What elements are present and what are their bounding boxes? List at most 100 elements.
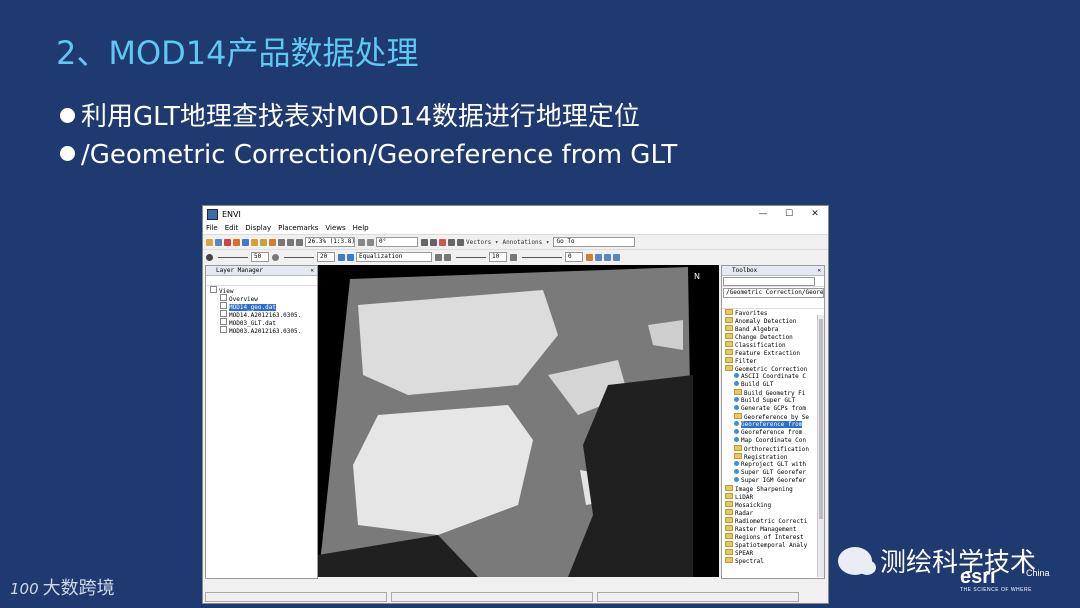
save-icon[interactable]	[215, 238, 222, 246]
stretch-type-icon[interactable]	[347, 253, 354, 261]
layer-checkbox[interactable]	[220, 318, 227, 325]
toolbox-item[interactable]: Orthorectification	[722, 445, 824, 453]
layer-checkbox[interactable]	[220, 326, 227, 333]
toolbox-item[interactable]: Mosaicking	[722, 501, 824, 509]
close-panel-icon[interactable]: ✕	[310, 266, 314, 275]
menu-placemarks[interactable]: Placemarks	[278, 224, 318, 232]
toolbox-search-field[interactable]: /Geometric Correction/Georeference	[723, 288, 824, 298]
pin-icon[interactable]	[233, 238, 240, 246]
menu-help[interactable]: Help	[353, 224, 369, 232]
toolbox-item[interactable]: Regions of Interest	[722, 533, 824, 541]
toolbox-item[interactable]: Change Detection	[722, 333, 824, 341]
crosshair-icon[interactable]	[421, 238, 428, 246]
toolbox-search-blank[interactable]	[723, 277, 815, 286]
zoom-in-icon[interactable]	[278, 238, 285, 246]
menu-edit[interactable]: Edit	[225, 224, 239, 232]
toolbox-item[interactable]: Radiometric Correcti	[722, 517, 824, 525]
brightness-field[interactable]: 50	[251, 252, 269, 262]
toolbox-item[interactable]: Generate GCPs from	[722, 405, 824, 413]
goto-field[interactable]: Go To	[553, 237, 636, 247]
stretch-select[interactable]: Equalization	[356, 252, 432, 262]
vector-tool-icon[interactable]	[448, 238, 455, 246]
select-icon[interactable]	[242, 238, 249, 246]
annotations-menu[interactable]: Annotations ▾	[503, 239, 550, 246]
rotate-icon[interactable]	[260, 238, 267, 246]
fly-icon[interactable]	[269, 238, 276, 246]
close-toolbox-icon[interactable]: ✕	[817, 266, 821, 275]
layer-item[interactable]: MOD03.A2012163.0305.	[206, 326, 317, 335]
toolbox-item[interactable]: Spatiotemporal Analy	[722, 541, 824, 549]
menu-file[interactable]: File	[206, 224, 218, 232]
scrollbar-thumb[interactable]	[819, 319, 823, 519]
toolbox-item[interactable]: Radar	[722, 509, 824, 517]
link-views-icon[interactable]	[613, 253, 620, 261]
brightness-slider[interactable]	[218, 256, 248, 258]
toolbox-item[interactable]: Spectral	[722, 557, 824, 565]
layer-checkbox[interactable]	[210, 286, 217, 293]
toolbox-item[interactable]: Feature Extraction	[722, 349, 824, 357]
measure-icon[interactable]	[439, 238, 446, 246]
toolbox-item[interactable]: Band Algebra	[722, 325, 824, 333]
open-icon[interactable]	[206, 238, 213, 246]
refresh-icon[interactable]	[435, 253, 442, 261]
toolbox-item[interactable]: LiDAR	[722, 493, 824, 501]
transparency-slider[interactable]	[522, 256, 562, 258]
toolbox-item[interactable]: Map Coordinate Con	[722, 437, 824, 445]
zoom-out-icon[interactable]	[287, 238, 294, 246]
toolbox-item[interactable]: Geometric Correction	[722, 365, 824, 373]
view-layout-icon[interactable]	[604, 253, 611, 261]
toolbox-item[interactable]: Image Sharpening	[722, 485, 824, 493]
sharpen-field[interactable]: 10	[489, 252, 507, 262]
close-button[interactable]: ✕	[802, 209, 828, 219]
toolbox-item[interactable]: Registration	[722, 453, 824, 461]
contrast-field[interactable]: 20	[317, 252, 335, 262]
stretch-icon[interactable]	[338, 253, 345, 261]
toolbox-item[interactable]: Build Geometry Fi	[722, 389, 824, 397]
layer-item[interactable]: MOD14_geo.dat	[206, 302, 317, 311]
menu-views[interactable]: Views	[325, 224, 345, 232]
maximize-button[interactable]: ☐	[776, 209, 802, 219]
sharpen-slider[interactable]	[456, 256, 486, 258]
toolbox-item[interactable]: ASCII Coordinate C	[722, 373, 824, 381]
contrast-slider[interactable]	[284, 256, 314, 258]
layer-checkbox[interactable]	[220, 310, 227, 317]
toolbox-item[interactable]: Build GLT	[722, 381, 824, 389]
zoom-level-field[interactable]: 26.3% (1:3.8)	[305, 237, 355, 247]
layer-item[interactable]: View	[206, 286, 317, 295]
data-manager-icon[interactable]	[224, 238, 231, 246]
toolbox-item[interactable]: Favorites	[722, 309, 824, 317]
rotate-cw-icon[interactable]	[367, 238, 374, 246]
toolbox-item[interactable]: Super IGM Georefer	[722, 477, 824, 485]
toolbox-scrollbar[interactable]	[817, 315, 824, 577]
image-view[interactable]: N	[318, 265, 719, 577]
pan-icon[interactable]	[251, 238, 258, 246]
toolbox-item[interactable]: Super GLT Georefer	[722, 469, 824, 477]
layer-checkbox[interactable]	[220, 294, 227, 301]
layer-item[interactable]: MOD14.A2012163.0305.	[206, 310, 317, 319]
toolbox-item[interactable]: Raster Management	[722, 525, 824, 533]
layer-checkbox[interactable]	[220, 302, 227, 309]
layer-item[interactable]: MOD03_GLT.dat	[206, 318, 317, 327]
toolbox-item[interactable]: Classification	[722, 341, 824, 349]
zoom-box-icon[interactable]	[296, 238, 303, 246]
rotation-field[interactable]: 0°	[376, 237, 418, 247]
transparency-field[interactable]: 0	[565, 252, 583, 262]
minimize-button[interactable]: —	[750, 209, 776, 219]
layer-item[interactable]: Overview	[206, 294, 317, 303]
vectors-menu[interactable]: Vectors ▾	[466, 239, 499, 246]
menu-display[interactable]: Display	[245, 224, 271, 232]
toolbox-item[interactable]: Georeference by Se	[722, 413, 824, 421]
toolbox-item[interactable]: Georeference from	[722, 421, 824, 429]
toolbox-item[interactable]: Georeference from	[722, 429, 824, 437]
toolbox-item[interactable]: SPEAR	[722, 549, 824, 557]
portal-icon[interactable]	[595, 253, 602, 261]
cursor-value-icon[interactable]	[430, 238, 437, 246]
toolbox-item[interactable]: Filter	[722, 357, 824, 365]
chip-icon[interactable]	[586, 253, 593, 261]
roi-tool-icon[interactable]	[457, 238, 464, 246]
toolbox-item[interactable]: Anomaly Detection	[722, 317, 824, 325]
rotate-ccw-icon[interactable]	[358, 238, 365, 246]
tool-icon	[734, 429, 739, 434]
toolbox-item[interactable]: Build Super GLT	[722, 397, 824, 405]
toolbox-item[interactable]: Reproject GLT with	[722, 461, 824, 469]
